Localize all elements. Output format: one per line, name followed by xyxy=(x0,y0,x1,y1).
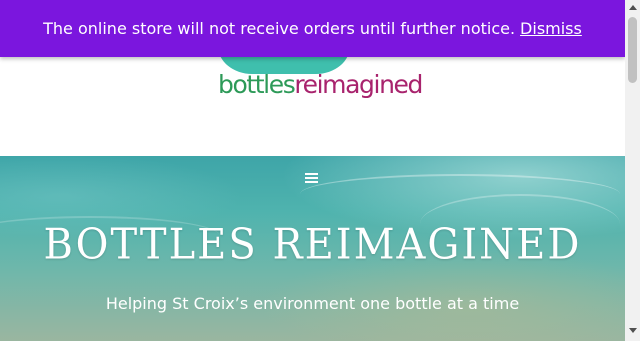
hamburger-menu-icon[interactable] xyxy=(304,170,320,183)
hero-title: BOTTLES REIMAGINED xyxy=(43,220,582,270)
page: bottlesreimagined BOTTLES REIMAGINED Hel… xyxy=(0,0,625,341)
logo-word-bottles: bottles xyxy=(218,70,296,99)
vertical-scrollbar[interactable] xyxy=(625,0,640,341)
scroll-up-arrow-icon[interactable] xyxy=(629,5,637,10)
dismiss-link[interactable]: Dismiss xyxy=(520,19,582,38)
store-notice-bar: The online store will not receive orders… xyxy=(0,0,625,57)
logo-text: bottlesreimagined xyxy=(218,70,423,100)
scroll-down-arrow-icon[interactable] xyxy=(629,328,637,333)
hero-subtitle: Helping St Croix’s environment one bottl… xyxy=(105,294,520,313)
scrollbar-thumb[interactable] xyxy=(628,17,637,83)
store-notice-message: The online store will not receive orders… xyxy=(43,19,516,38)
hero-banner: BOTTLES REIMAGINED Helping St Croix’s en… xyxy=(0,156,625,341)
logo-word-reimagined: reimagined xyxy=(294,70,423,99)
